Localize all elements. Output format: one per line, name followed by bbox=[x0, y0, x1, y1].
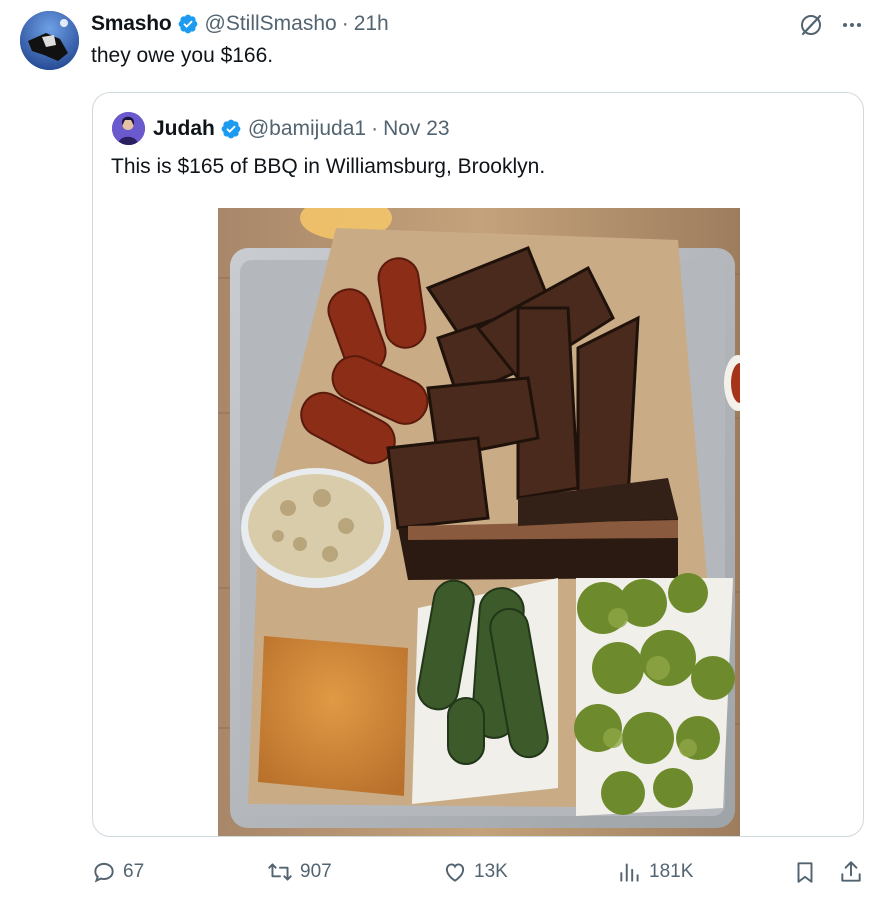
views-button[interactable]: 181K bbox=[617, 852, 693, 892]
separator-dot: · bbox=[341, 12, 349, 35]
verified-badge-icon bbox=[220, 118, 242, 140]
quoted-author-handle[interactable]: @bamijuda1 bbox=[248, 117, 366, 141]
bookmark-button[interactable] bbox=[792, 852, 818, 892]
quoted-tweet-text: This is $165 of BBQ in Williamsburg, Bro… bbox=[111, 155, 546, 178]
bbq-tray-photo[interactable] bbox=[218, 208, 740, 836]
tweet-top-icons bbox=[798, 12, 864, 38]
quoted-tweet-date[interactable]: Nov 23 bbox=[383, 117, 450, 141]
bookmark-icon bbox=[797, 862, 813, 883]
reply-count: 67 bbox=[123, 861, 145, 882]
reply-icon bbox=[94, 862, 114, 883]
author-handle[interactable]: @StillSmasho bbox=[205, 12, 337, 36]
tweet-time[interactable]: 21h bbox=[354, 12, 389, 36]
share-icon bbox=[841, 861, 861, 882]
views-icon bbox=[620, 863, 639, 882]
repost-count: 907 bbox=[300, 861, 332, 882]
quoted-author-name[interactable]: Judah bbox=[153, 117, 215, 141]
retweet-icon bbox=[268, 863, 292, 881]
like-icon bbox=[445, 863, 465, 882]
reply-button[interactable]: 67 bbox=[91, 852, 144, 892]
separator-dot: · bbox=[371, 117, 379, 140]
quoted-tweet-header: Judah @bamijuda1 · Nov 23 bbox=[153, 113, 450, 145]
share-button[interactable] bbox=[838, 852, 864, 892]
repost-button[interactable]: 907 bbox=[266, 852, 332, 892]
quoted-tweet[interactable]: Judah @bamijuda1 · Nov 23 This is $165 o… bbox=[92, 92, 864, 837]
tweet-text: they owe you $166. bbox=[91, 44, 274, 67]
views-count: 181K bbox=[649, 861, 694, 882]
like-button[interactable]: 13K bbox=[442, 852, 508, 892]
more-icon[interactable] bbox=[840, 13, 864, 37]
author-name[interactable]: Smasho bbox=[91, 12, 172, 36]
quoted-author-avatar[interactable] bbox=[112, 112, 145, 145]
grok-icon[interactable] bbox=[798, 12, 824, 38]
quoted-avatar-image bbox=[112, 112, 145, 145]
like-count: 13K bbox=[474, 861, 508, 882]
tweet-header: Smasho @StillSmasho · 21h bbox=[91, 10, 389, 38]
avatar-image bbox=[20, 11, 79, 70]
bbq-photo-illustration bbox=[218, 208, 740, 836]
verified-badge-icon bbox=[177, 13, 199, 35]
author-avatar[interactable] bbox=[20, 11, 79, 70]
tweet-actions: 67 907 13K 181K bbox=[0, 852, 888, 892]
